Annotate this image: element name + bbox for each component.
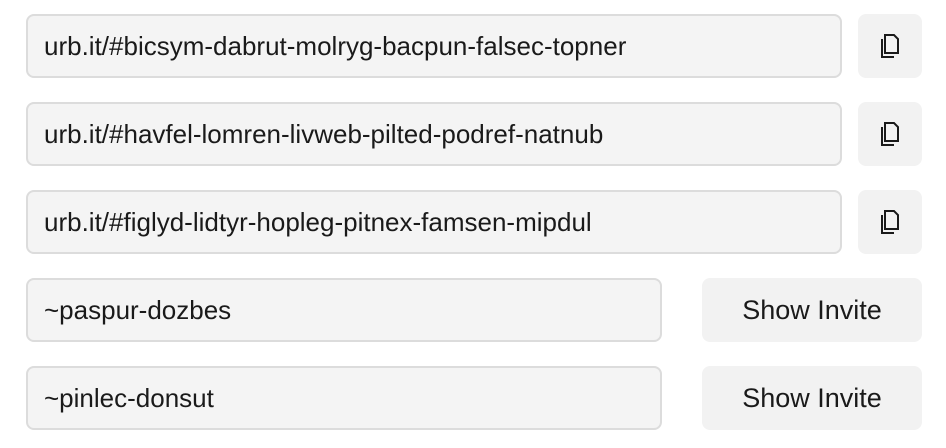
invite-link-field[interactable]: urb.it/#figlyd-lidtyr-hopleg-pitnex-fams… — [26, 190, 842, 254]
copy-button[interactable] — [858, 14, 922, 78]
copy-button[interactable] — [858, 190, 922, 254]
copy-icon — [881, 34, 899, 58]
invite-link-field[interactable]: urb.it/#bicsym-dabrut-molryg-bacpun-fals… — [26, 14, 842, 78]
invite-row: urb.it/#bicsym-dabrut-molryg-bacpun-fals… — [26, 14, 922, 78]
ship-row: ~pinlec-donsut Show Invite — [26, 366, 922, 430]
ship-row: ~paspur-dozbes Show Invite — [26, 278, 922, 342]
copy-icon — [881, 122, 899, 146]
invite-link-field[interactable]: urb.it/#havfel-lomren-livweb-pilted-podr… — [26, 102, 842, 166]
copy-icon — [881, 210, 899, 234]
ship-name-field[interactable]: ~pinlec-donsut — [26, 366, 662, 430]
invite-row: urb.it/#havfel-lomren-livweb-pilted-podr… — [26, 102, 922, 166]
copy-button[interactable] — [858, 102, 922, 166]
show-invite-button[interactable]: Show Invite — [702, 366, 922, 430]
ship-name-field[interactable]: ~paspur-dozbes — [26, 278, 662, 342]
invite-row: urb.it/#figlyd-lidtyr-hopleg-pitnex-fams… — [26, 190, 922, 254]
show-invite-button[interactable]: Show Invite — [702, 278, 922, 342]
